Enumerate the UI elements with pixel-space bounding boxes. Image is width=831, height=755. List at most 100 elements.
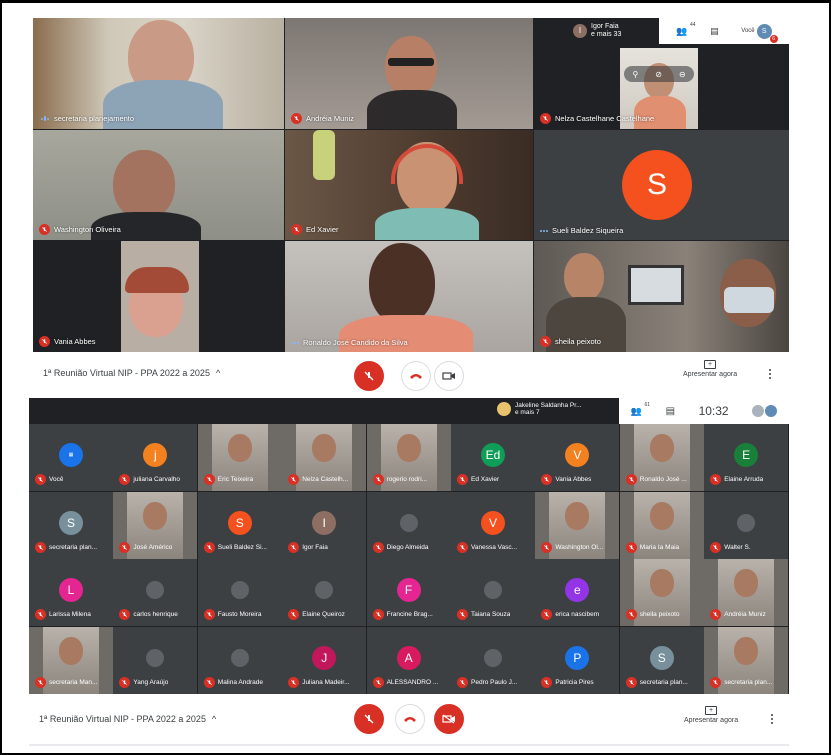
participant-name: rogerio rodri... xyxy=(386,476,428,483)
mic-off-icon xyxy=(625,676,637,688)
participant-tile[interactable]: S Sueli Baldez Si... xyxy=(197,491,282,559)
mic-off-icon xyxy=(35,676,46,688)
others-label: Jakeline Saldanha Pr... xyxy=(515,402,582,409)
participant-tile[interactable]: Malina Andrade xyxy=(197,626,282,694)
avatar: I xyxy=(312,510,337,535)
participant-face xyxy=(649,501,674,530)
video-tile[interactable]: secretaria planejamento xyxy=(33,18,284,129)
present-now-button[interactable]: + Apresentar agora xyxy=(683,360,737,378)
video-tile[interactable]: Washington Oliveira xyxy=(33,130,284,240)
participant-tile[interactable]: L Larissa Milena xyxy=(29,559,113,626)
chat-icon[interactable]: ▤ xyxy=(666,406,675,417)
video-tile[interactable]: Ronaldo José Candido da Silva xyxy=(285,241,533,352)
mic-toggle-button[interactable] xyxy=(354,704,384,734)
chevron-up-icon: ^ xyxy=(211,714,217,724)
participant-tile[interactable]: P Patricia Pires xyxy=(535,626,620,694)
participant-tile[interactable]: Yang Araújo xyxy=(113,626,198,694)
participant-tile[interactable]: A ALESSANDRO ... xyxy=(366,626,451,694)
video-tile[interactable]: Ed Xavier xyxy=(285,130,533,240)
participant-tile[interactable]: secretaria plan... xyxy=(704,626,789,694)
video-tile[interactable]: S Sueli Baldez Siqueira xyxy=(534,130,789,240)
other-participants-chip[interactable]: I Igor Faia e mais 33 xyxy=(573,23,667,39)
present-now-button[interactable]: + Apresentar agora xyxy=(684,706,738,724)
participant-tile[interactable]: Walter S. xyxy=(704,491,789,559)
remove-icon[interactable]: ⊖ xyxy=(679,70,686,79)
mic-toggle-button[interactable] xyxy=(354,361,384,391)
participant-tile[interactable]: Diego Almeida xyxy=(366,491,451,559)
video-tile[interactable]: Vania Abbes xyxy=(33,241,284,352)
participant-tile[interactable]: sheila peixoto xyxy=(619,559,704,626)
avatar-photo xyxy=(484,581,502,599)
participant-tile[interactable]: Fausto Moreira xyxy=(197,559,282,626)
video-tile[interactable]: Andréia Muniz xyxy=(285,18,533,129)
people-icon[interactable]: 👥 61 xyxy=(631,402,650,417)
people-icon[interactable]: 👥 44 xyxy=(676,22,695,37)
divider xyxy=(29,744,789,746)
participant-tile[interactable]: ▦ Você xyxy=(29,424,113,491)
participant-face xyxy=(143,501,168,530)
mic-off-icon xyxy=(203,541,215,553)
camera-toggle-button[interactable] xyxy=(434,361,464,391)
mic-off-icon xyxy=(372,676,384,688)
participant-tile[interactable]: carlos henrique xyxy=(113,559,198,626)
participant-name: Vania Abbes xyxy=(54,337,96,346)
camera-toggle-button[interactable] xyxy=(434,704,464,734)
participant-tile[interactable]: I Igor Faia xyxy=(282,491,367,559)
self-view-chip[interactable] xyxy=(752,405,778,417)
participant-tile[interactable]: E Elaine Arruda xyxy=(704,424,789,491)
participant-tile[interactable]: Andréia Muniz xyxy=(704,559,789,626)
mic-off-icon[interactable]: ⊘ xyxy=(655,70,662,79)
more-options-icon[interactable] xyxy=(769,369,771,379)
other-participants-chip[interactable]: Jakeline Saldanha Pr... e mais 7 xyxy=(497,402,582,416)
self-label: Você xyxy=(741,28,755,34)
participant-tile[interactable]: Eric Teixeira xyxy=(197,424,282,491)
participant-tile[interactable]: j juliana Carvalho xyxy=(113,424,198,491)
more-options-icon[interactable] xyxy=(771,714,773,724)
mic-off-icon xyxy=(540,113,551,124)
mic-off-icon xyxy=(119,474,131,485)
mic-off-icon xyxy=(625,474,637,485)
pin-icon[interactable]: ⚲ xyxy=(632,70,638,79)
participant-name: erica nascibem xyxy=(555,611,600,618)
mic-off-icon xyxy=(35,609,46,620)
participant-tile[interactable]: Ed Ed Xavier xyxy=(451,424,535,491)
self-view-chip[interactable]: Você S 6 xyxy=(741,23,778,43)
mic-off-icon xyxy=(203,609,215,620)
tile-overlay-controls[interactable]: ⚲ ⊘ ⊖ xyxy=(624,66,694,82)
participant-tile[interactable]: Maria Ia Maia xyxy=(619,491,704,559)
participant-tile[interactable]: V Vania Abbes xyxy=(535,424,620,491)
avatar-initial: S xyxy=(761,27,767,35)
meeting-details[interactable]: 1ª Reunião Virtual NIP - PPA 2022 a 2025… xyxy=(39,714,216,724)
participant-tile[interactable]: José Américo xyxy=(113,491,198,559)
leave-call-button[interactable] xyxy=(401,361,431,391)
avatar-photo xyxy=(146,581,165,599)
participant-tile[interactable]: secretaria Man... xyxy=(29,626,113,694)
participant-tile[interactable]: Ronaldo José ... xyxy=(619,424,704,491)
participant-tile[interactable]: Elaine Queiroz xyxy=(282,559,367,626)
meeting-title: 1ª Reunião Virtual NIP - PPA 2022 a 2025 xyxy=(43,368,210,378)
participant-tile[interactable]: Ssecretaria plan... xyxy=(29,491,113,559)
video-tile[interactable]: sheila peixoto xyxy=(534,241,789,352)
participant-name: Pedro Paulo J... xyxy=(471,678,518,686)
participant-tile[interactable]: V Vanessa Vasc... xyxy=(451,491,535,559)
avatar: S xyxy=(59,510,83,535)
avatar xyxy=(752,405,765,417)
avatar: J xyxy=(312,645,337,670)
mic-off-icon xyxy=(35,474,46,485)
participant-tile[interactable]: J Juliana Madeir... xyxy=(282,626,367,694)
participant-tile[interactable]: rogerio rodri... xyxy=(366,424,451,491)
mic-off-icon xyxy=(457,609,468,620)
mic-off-icon xyxy=(119,541,131,553)
leave-call-button[interactable] xyxy=(395,704,425,734)
participant-tile[interactable]: Nelza Castelh... xyxy=(282,424,367,491)
participant-tile[interactable]: Washington Ol... xyxy=(535,491,620,559)
participant-name: secretaria planejamento xyxy=(54,114,135,123)
participant-tile[interactable]: e erica nascibem xyxy=(535,559,620,626)
participant-tile[interactable]: Pedro Paulo J... xyxy=(451,626,535,694)
participant-tile[interactable]: F Francine Brag... xyxy=(366,559,451,626)
participant-tile[interactable]: Ssecretaria plan... xyxy=(619,626,704,694)
meeting-details[interactable]: 1ª Reunião Virtual NIP - PPA 2022 a 2025… xyxy=(43,368,220,378)
chat-icon[interactable]: ▤ xyxy=(710,26,719,37)
participant-tile[interactable]: Taiana Souza xyxy=(451,559,535,626)
hang-up-icon xyxy=(404,717,416,722)
